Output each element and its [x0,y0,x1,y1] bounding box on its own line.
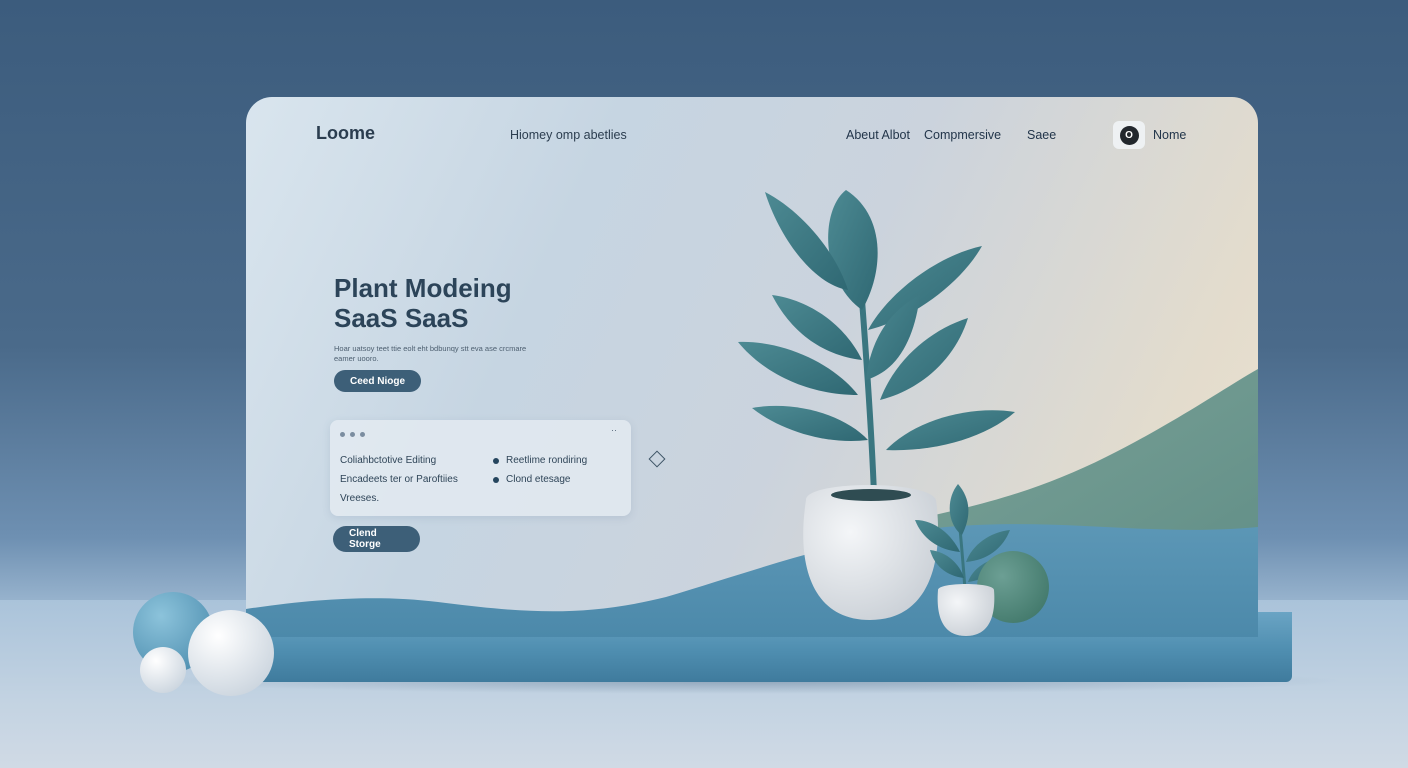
feature-item: Reetlime rondiring [493,451,587,470]
feature-text: Encadeets ter or Paroftiies [340,474,458,485]
nav-link-saee[interactable]: Saee [1027,128,1056,142]
feature-item: Clond etesage [493,470,587,489]
feature-text: Vreeses. [340,493,380,504]
avatar-icon: O [1119,125,1139,145]
hero-cta-button[interactable]: Ceed Nioge [334,370,421,392]
decorative-waves [246,369,1258,637]
app-window: Loome Hiomey omp abetlies Abeut Albot Co… [246,97,1258,637]
hero-title-line-2: SaaS SaaS [334,303,469,333]
hero-description: Hoar uatsoy teet ttie eolt eht bdbunqy s… [334,344,527,363]
feature-list-right: Reetlime rondiring Clond etesage [493,451,587,489]
nav-link-comprehensive[interactable]: Compmersive [924,128,1001,142]
nav-link-about[interactable]: Abeut Albot [846,128,910,142]
user-avatar-button[interactable]: O [1113,121,1145,149]
cloud-storage-button[interactable]: Clend Storge [333,526,420,552]
features-card: ·· Coliahbctotive Editing Encadeets ter … [330,420,631,516]
window-dots-icon [340,432,365,437]
bullet-icon [493,476,499,483]
feature-label: Clond etesage [506,474,571,485]
user-name-link[interactable]: Nome [1153,128,1186,142]
feature-list-left: Coliahbctotive Editing Encadeets ter or … [340,451,458,508]
more-icon[interactable]: ·· [611,425,617,435]
hero-title-line-1: Plant Modeing [334,273,512,303]
brand-logo[interactable]: Loome [316,123,375,144]
hero-title: Plant Modeing SaaS SaaS [334,273,512,333]
feature-text: Coliahbctotive Editing [340,455,437,466]
feature-label: Reetlime rondiring [506,455,588,466]
brand-tagline: Hiomey omp abetlies [510,128,627,142]
bullet-icon [493,457,499,464]
